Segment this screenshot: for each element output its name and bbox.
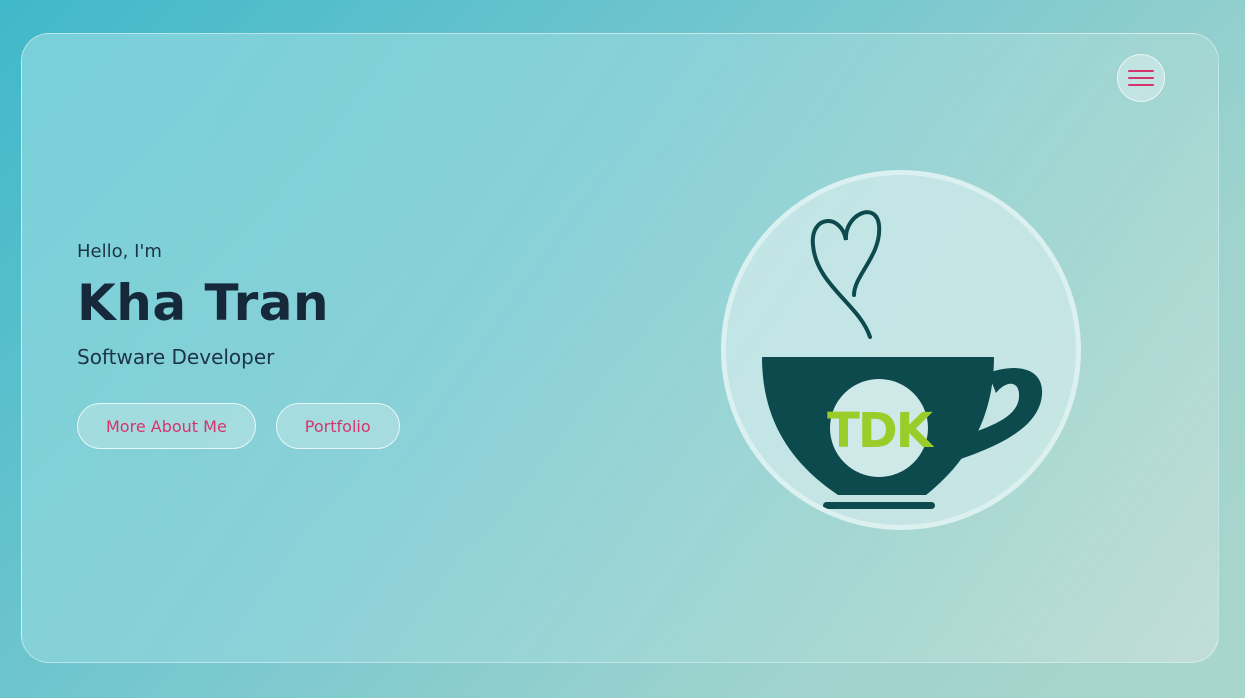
hero-card: Hello, I'm Kha Tran Software Developer M… [21, 33, 1219, 663]
portfolio-button[interactable]: Portfolio [275, 403, 400, 449]
hero-intro: Hello, I'm Kha Tran Software Developer M… [77, 239, 400, 449]
hero-role: Software Developer [77, 345, 275, 369]
menu-button[interactable] [1117, 54, 1165, 102]
hero-name: Kha Tran [77, 274, 330, 332]
coffee-cup-logo-icon: TDK [762, 210, 1043, 509]
more-about-me-button[interactable]: More About Me [77, 403, 256, 449]
hamburger-menu-icon [1128, 70, 1154, 86]
greeting-text: Hello, I'm [77, 241, 162, 262]
hero-buttons: More About Me Portfolio [77, 403, 400, 449]
logo-monogram: TDK [827, 403, 935, 459]
logo-badge: TDK [721, 170, 1081, 530]
